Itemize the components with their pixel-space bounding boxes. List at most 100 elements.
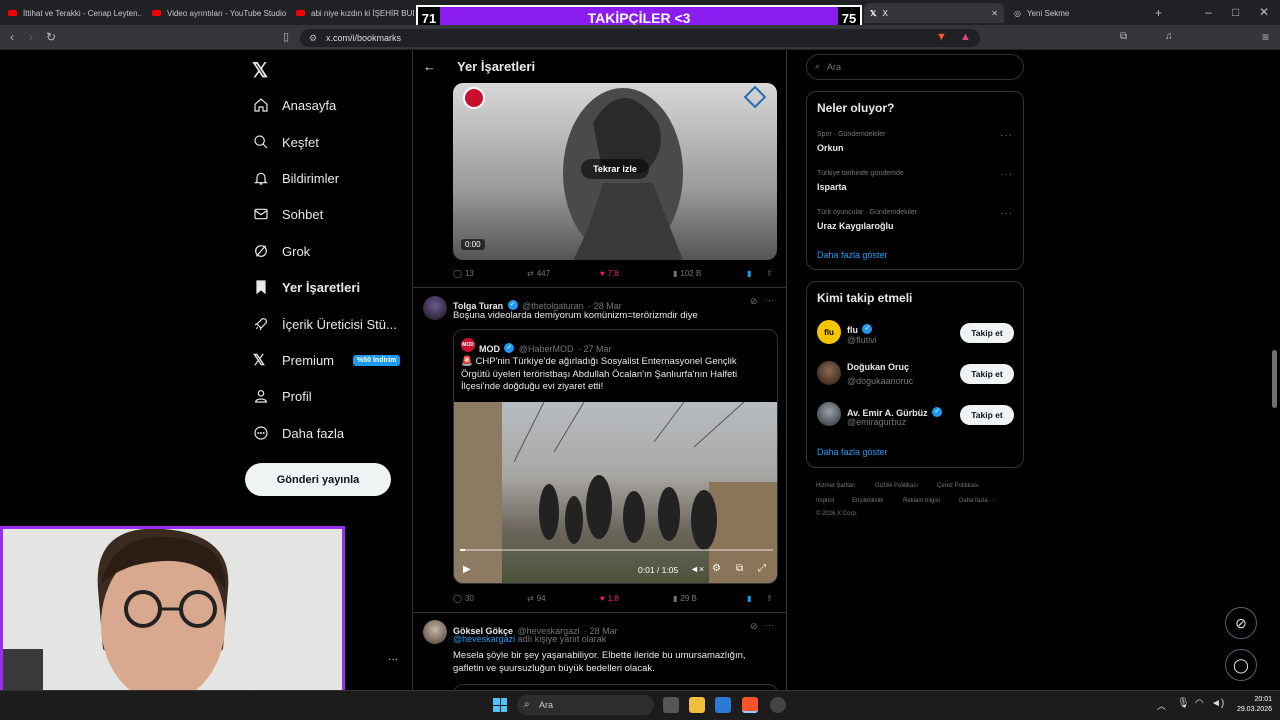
windows-start-icon[interactable] [493, 698, 507, 712]
extensions-icon[interactable]: ⧉ [1120, 31, 1127, 43]
views-button[interactable]: ▮ 29 B [673, 594, 697, 603]
follow-button[interactable]: Takip et [960, 323, 1014, 343]
messages-fab[interactable]: ◯ [1225, 649, 1257, 681]
task-view-icon[interactable] [663, 697, 679, 713]
pip-icon[interactable]: ⧉ [736, 563, 743, 574]
trend-item[interactable]: Uraz Kaygılaroğlu [817, 221, 894, 231]
footer-link-terms[interactable]: Hizmet Şartları [816, 483, 856, 489]
more-options-icon[interactable]: ··· [1000, 208, 1013, 219]
repost-button[interactable]: ⇄ 447 [527, 269, 550, 278]
share-button[interactable]: ⇪ [766, 594, 773, 603]
new-tab-icon[interactable]: + [1155, 7, 1162, 19]
video-progress-track[interactable] [460, 549, 773, 551]
like-button[interactable]: ♥ 1.8 [600, 594, 619, 603]
grok-icon[interactable]: ⊘ [750, 621, 758, 632]
avatar[interactable] [817, 361, 841, 385]
trend-item[interactable]: Orkun [817, 143, 844, 153]
microphone-icon[interactable]: 🎙 [1177, 698, 1190, 709]
avatar[interactable]: flu [817, 320, 841, 344]
back-icon[interactable]: ‹ [10, 31, 14, 43]
mute-icon[interactable]: ◄× [690, 564, 704, 574]
reply-button[interactable]: ◯ 30 [453, 594, 474, 603]
more-options-icon[interactable]: ··· [1000, 130, 1013, 141]
views-button[interactable]: ▮ 102 B [673, 269, 701, 278]
x-logo-icon[interactable]: 𝕏 [252, 58, 268, 83]
reload-icon[interactable]: ↻ [46, 31, 56, 43]
like-button[interactable]: ♥ 7.8 [600, 269, 619, 278]
nav-notifications[interactable]: Bildirimler [253, 166, 339, 190]
more-options-icon[interactable]: ··· [765, 295, 774, 305]
back-arrow-icon[interactable]: ← [423, 59, 436, 74]
menu-icon[interactable]: ≡ [1262, 31, 1269, 43]
who-to-follow-show-more[interactable]: Daha fazla göster [817, 447, 888, 457]
nav-more[interactable]: Daha fazla [253, 421, 344, 445]
footer-link-cookies[interactable]: Çerez Politikası [937, 483, 979, 489]
reply-to-handle[interactable]: @heveskargazi [453, 634, 515, 644]
forward-icon[interactable]: › [29, 31, 33, 43]
share-button[interactable]: ⇪ [766, 269, 773, 278]
nav-chat[interactable]: Sohbet [253, 202, 323, 226]
settings-icon[interactable]: ⚙ [712, 563, 721, 574]
grok-icon[interactable]: ⊘ [750, 296, 758, 307]
replay-button[interactable]: Tekrar izle [581, 159, 649, 179]
footer-link-ads-info[interactable]: Reklam bilgisi [903, 498, 940, 504]
trend-item[interactable]: Isparta [817, 182, 847, 192]
more-options-icon[interactable]: ··· [765, 620, 774, 630]
follow-suggestion-name[interactable]: Doğukan Oruç [847, 362, 909, 372]
volume-icon[interactable]: ◄) [1211, 698, 1224, 709]
page-scrollbar[interactable] [1272, 350, 1277, 408]
system-clock[interactable]: 20:01 29.03.2026 [1230, 695, 1272, 715]
trends-show-more[interactable]: Daha fazla göster [817, 250, 888, 260]
site-info-icon[interactable]: ⚙ [309, 32, 317, 44]
maximize-icon[interactable]: □ [1232, 6, 1239, 18]
nav-profile[interactable]: Profil [253, 384, 312, 408]
wifi-icon[interactable]: ◠ [1195, 698, 1204, 709]
url-bar[interactable]: ⚙ x.com/i/bookmarks ▼ ▲ [300, 29, 980, 47]
minimize-icon[interactable]: – [1205, 6, 1212, 18]
bookmark-button[interactable]: ▮ [747, 269, 751, 278]
store-icon[interactable] [715, 697, 731, 713]
nav-home[interactable]: Anasayfa [253, 93, 336, 117]
play-icon[interactable]: ▶ [463, 564, 471, 575]
taskbar-search[interactable]: ⌕ Ara [517, 695, 654, 715]
tab-new[interactable]: ◎ Yeni Sekme [1008, 3, 1148, 23]
obs-icon[interactable] [770, 697, 786, 713]
bookmark-page-icon[interactable]: ▯ [283, 31, 289, 43]
tab-ittihat[interactable]: İttihat ve Terakki - Cenap Leyten... [2, 3, 142, 23]
tab-video[interactable]: abi niye kızdın ki İŞEHİR BULMA... [290, 3, 414, 23]
close-tab-icon[interactable]: ✕ [991, 9, 998, 18]
more-options-icon[interactable]: ··· [1000, 169, 1013, 180]
nav-explore[interactable]: Keşfet [253, 130, 319, 154]
quote-video[interactable]: ▶ 0:01 / 1:05 ◄× ⚙ ⧉ ⤢ [454, 401, 777, 583]
brave-shield-icon[interactable]: ▼ [936, 31, 947, 43]
avatar[interactable] [423, 620, 447, 644]
footer-link-accessibility[interactable]: Erişilebilirlik [852, 498, 883, 504]
follow-button[interactable]: Takip et [960, 405, 1014, 425]
brave-browser-icon[interactable] [742, 697, 758, 713]
repost-button[interactable]: ⇄ 94 [527, 594, 546, 603]
avatar[interactable] [817, 402, 841, 426]
grok-fab[interactable]: ⊘ [1225, 607, 1257, 639]
search-input[interactable]: ⌕ Ara [806, 54, 1024, 80]
bookmark-button[interactable]: ▮ [747, 594, 751, 603]
brave-rewards-icon[interactable]: ▲ [960, 31, 971, 43]
chevron-up-icon[interactable]: ︿ [1157, 699, 1166, 712]
quoted-post[interactable]: MOD MOD ✓ @HaberMOD · 27 Mar 🚨 CHP'nin T… [453, 329, 778, 584]
tab-youtube-studio[interactable]: Video ayrıntıları - YouTube Studio [146, 3, 286, 23]
footer-link-privacy[interactable]: Gizlilik Politikası [875, 483, 918, 489]
footer-link-imprint[interactable]: Imprint [816, 498, 834, 504]
file-explorer-icon[interactable] [689, 697, 705, 713]
nav-bookmarks[interactable]: Yer İşaretleri [253, 275, 360, 299]
avatar[interactable] [423, 296, 447, 320]
follow-button[interactable]: Takip et [960, 364, 1014, 384]
window-close-icon[interactable]: ✕ [1259, 6, 1269, 18]
account-more-icon[interactable]: ··· [388, 654, 398, 665]
tab-x[interactable]: 𝕏 X ✕ [864, 3, 1004, 23]
nav-grok[interactable]: Grok [253, 239, 310, 263]
post-video[interactable]: Tekrar izle 0:00 [453, 83, 777, 260]
footer-link-more[interactable]: Daha fazla ··· [959, 498, 995, 504]
post-button[interactable]: Gönderi yayınla [245, 463, 391, 496]
nav-premium[interactable]: 𝕏 Premium %50 İndirim [253, 348, 401, 372]
music-icon[interactable]: ♫ [1165, 31, 1173, 43]
nav-creator-studio[interactable]: İçerik Üreticisi Stü... [253, 312, 397, 336]
